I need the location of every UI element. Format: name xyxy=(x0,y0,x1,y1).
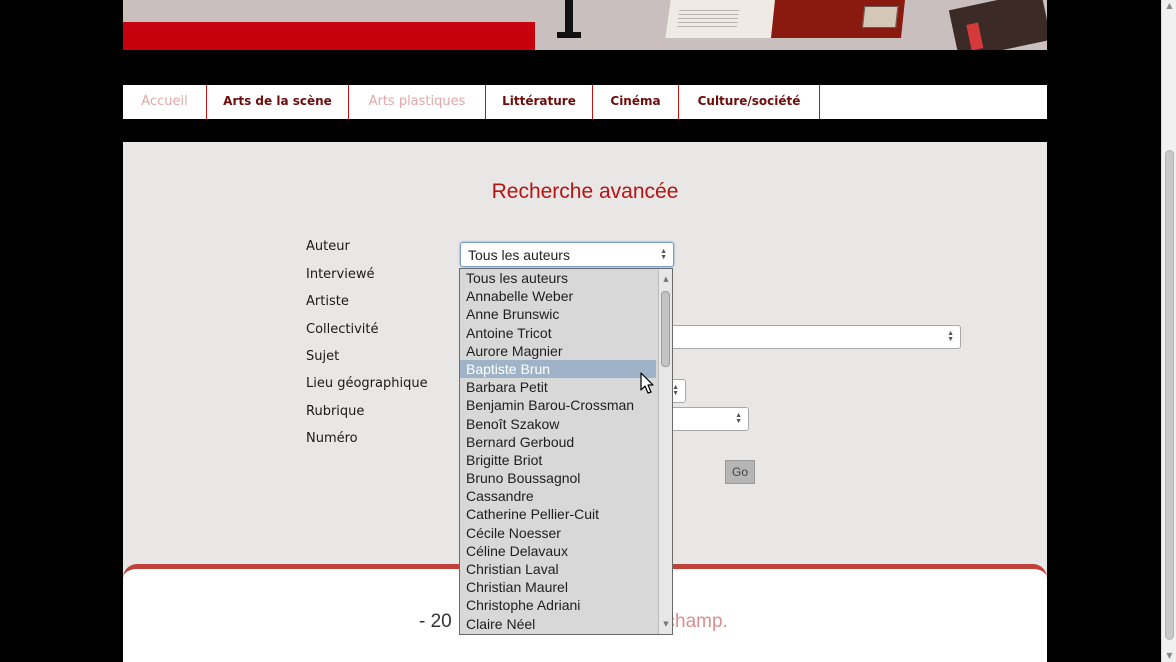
scroll-down-arrow-icon[interactable]: ▼ xyxy=(1162,650,1176,662)
dropdown-option[interactable]: Bruno Boussagnol xyxy=(460,469,656,487)
page-scrollbar-thumb[interactable] xyxy=(1165,150,1174,640)
label-sujet: Sujet xyxy=(306,349,340,364)
page-title: Recherche avancée xyxy=(491,180,679,203)
label-lieu-geographique: Lieu géographique xyxy=(306,376,428,391)
auteur-select-value: Tous les auteurs xyxy=(468,247,570,263)
dropdown-option[interactable]: Tous les auteurs xyxy=(460,269,656,287)
dropdown-option[interactable]: Cassandre xyxy=(460,487,656,505)
select-arrows-icon: ▲ ▼ xyxy=(672,384,679,397)
dropdown-option[interactable]: Benjamin Barou-Crossman xyxy=(460,396,656,414)
scroll-up-arrow-icon[interactable]: ▲ xyxy=(1162,0,1176,12)
rubrique-select[interactable]: ▲ ▼ xyxy=(660,407,749,431)
nav-tab-cinema[interactable]: Cinéma xyxy=(593,85,679,119)
auteur-select[interactable]: Tous les auteurs ▲ ▼ xyxy=(460,242,674,267)
select-arrows-icon: ▲ ▼ xyxy=(735,412,742,425)
collectivite-select[interactable]: ▲ ▼ xyxy=(660,325,961,349)
nav-tab-culture-societe[interactable]: Culture/société xyxy=(679,85,820,119)
dropdown-option[interactable]: Aurore Magnier xyxy=(460,342,656,360)
dropdown-option[interactable]: Christian Maurel xyxy=(460,578,656,596)
dropdown-scrollbar-thumb[interactable] xyxy=(661,291,670,367)
dropdown-option[interactable]: Anne Brunswic xyxy=(460,305,656,323)
footer-text-left: - 20 xyxy=(419,611,452,632)
dropdown-option[interactable]: Annabelle Weber xyxy=(460,287,656,305)
dropdown-option[interactable]: Benoît Szakow xyxy=(460,415,656,433)
banner-magazine-image xyxy=(771,0,905,38)
dropdown-option[interactable]: Cécile Noesser xyxy=(460,524,656,542)
logo-icon xyxy=(557,0,581,38)
auteur-dropdown-list[interactable]: Tous les auteurs Annabelle Weber Anne Brun… xyxy=(459,268,673,635)
dropdown-option[interactable]: Catherine Pellier-Cuit xyxy=(460,505,656,523)
label-collectivite: Collectivité xyxy=(306,322,379,337)
main-nav: Accueil Arts de la scène Arts plastiques… xyxy=(123,85,1047,119)
dropdown-option[interactable]: Christian Laval xyxy=(460,560,656,578)
label-artiste: Artiste xyxy=(306,294,349,309)
dropdown-option[interactable]: Barbara Petit xyxy=(460,378,656,396)
mouse-cursor-icon xyxy=(640,372,654,394)
label-interviewe: Interviewé xyxy=(306,267,375,282)
nav-tab-litterature[interactable]: Littérature xyxy=(486,85,593,119)
dropdown-scrollbar[interactable]: ▲ ▼ xyxy=(658,269,672,634)
label-numero: Numéro xyxy=(306,431,358,446)
header-banner xyxy=(123,0,1047,50)
nav-tab-arts-plastiques[interactable]: Arts plastiques xyxy=(349,85,486,119)
dropdown-option[interactable]: Claire Néel xyxy=(460,615,656,633)
select-arrows-icon: ▲ ▼ xyxy=(947,330,954,343)
go-button[interactable]: Go xyxy=(725,460,755,484)
banner-red-strip xyxy=(123,22,535,50)
dropdown-option[interactable]: Baptiste Brun xyxy=(460,359,656,379)
dropdown-option[interactable]: Céline Delavaux xyxy=(460,542,656,560)
dropdown-scroll-up-icon[interactable]: ▲ xyxy=(659,275,672,283)
nav-tab-arts-scene[interactable]: Arts de la scène xyxy=(207,85,349,119)
nav-tab-accueil[interactable]: Accueil xyxy=(123,85,207,119)
dropdown-option[interactable]: Antoine Tricot xyxy=(460,324,656,342)
select-arrows-icon: ▲ ▼ xyxy=(660,247,667,261)
dropdown-scroll-down-icon[interactable]: ▼ xyxy=(659,620,672,628)
page-scrollbar[interactable]: ▲ ▼ xyxy=(1161,0,1176,662)
dropdown-option[interactable]: Brigitte Briot xyxy=(460,451,656,469)
dropdown-option[interactable]: Bernard Gerboud xyxy=(460,433,656,451)
label-rubrique: Rubrique xyxy=(306,404,365,419)
banner-cover-image xyxy=(948,0,1047,50)
label-auteur: Auteur xyxy=(306,239,350,254)
dropdown-option[interactable]: Christophe Adriani xyxy=(460,596,656,614)
